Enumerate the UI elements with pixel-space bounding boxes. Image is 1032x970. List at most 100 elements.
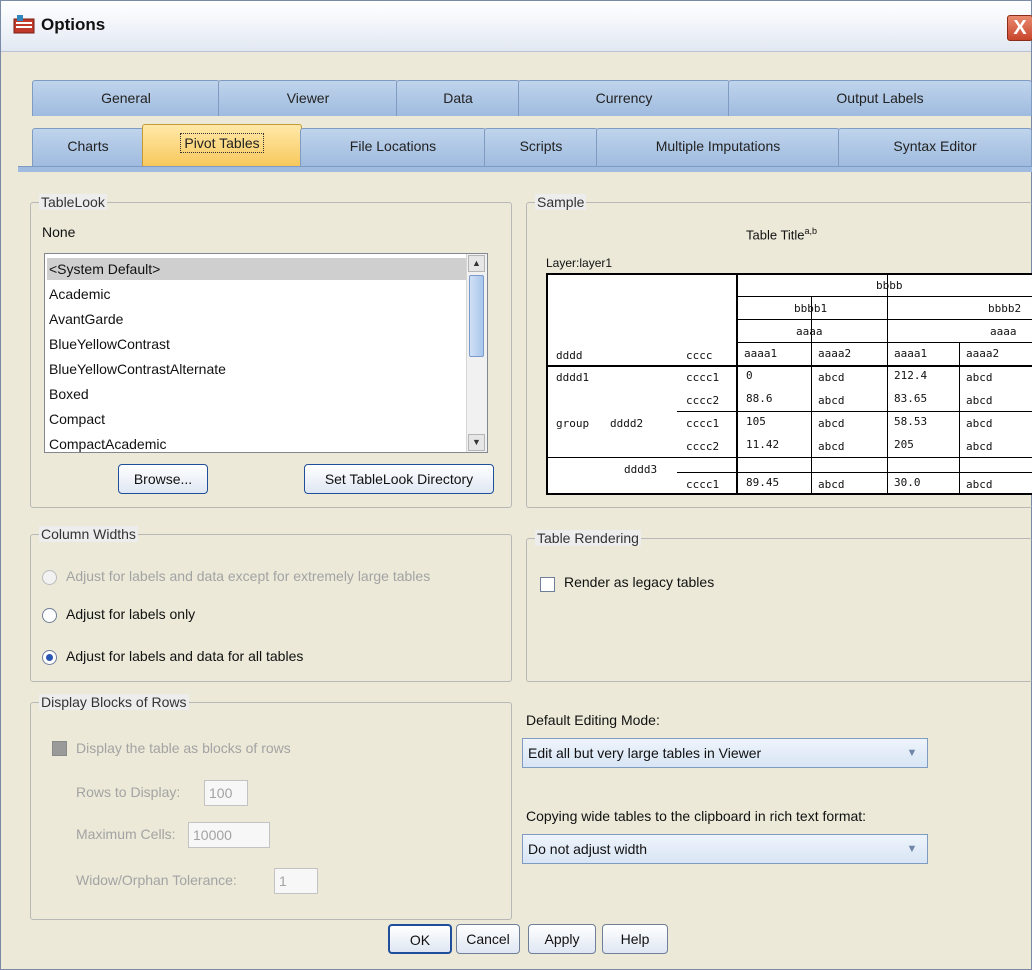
col-header-aaaa1: aaaa1 xyxy=(744,347,778,360)
list-item[interactable]: Compact xyxy=(49,408,105,430)
close-button[interactable]: X xyxy=(1007,15,1032,41)
row-header-dddd: dddd xyxy=(556,349,583,362)
list-item[interactable]: CompactAcademic xyxy=(49,433,167,452)
browse-button[interactable]: Browse... xyxy=(118,464,208,494)
list-item[interactable]: <System Default> xyxy=(47,258,466,280)
tab-syntax-editor[interactable]: Syntax Editor xyxy=(838,128,1032,166)
window-title: Options xyxy=(41,15,106,34)
table-cell: abcd xyxy=(966,371,993,384)
sample-pivot-table: bbbb bbbb1 bbbb2 aaaa aaaa dddd cccc aaa… xyxy=(546,273,1032,495)
table-cell: 212.4 xyxy=(894,369,928,382)
maximum-cells-input[interactable]: 10000 xyxy=(188,822,270,848)
sample-layer: Layer:layer1 xyxy=(546,256,613,270)
radio-adjust-all-tables-label: Adjust for labels and data for all table… xyxy=(66,648,304,664)
tab-general[interactable]: General xyxy=(32,80,220,116)
tablelook-list[interactable]: <System Default> Academic AvantGarde Blu… xyxy=(44,253,488,453)
legacy-tables-checkbox[interactable] xyxy=(540,577,555,592)
row-label-dddd3: dddd3 xyxy=(624,463,658,476)
rows-to-display-label: Rows to Display: xyxy=(76,784,181,800)
table-cell: abcd xyxy=(818,371,845,384)
tab-file-locations[interactable]: File Locations xyxy=(300,128,486,166)
table-cell: 11.42 xyxy=(746,438,780,451)
legacy-tables-label: Render as legacy tables xyxy=(564,574,715,590)
ok-button[interactable]: OK xyxy=(388,924,452,954)
blocks-of-rows-checkbox[interactable] xyxy=(52,741,67,756)
apply-button[interactable]: Apply xyxy=(528,924,596,954)
col-header-aaaa2: aaaa2 xyxy=(818,347,852,360)
scroll-down-icon[interactable]: ▼ xyxy=(468,434,485,451)
table-cell: abcd xyxy=(966,440,993,453)
close-icon: X xyxy=(1013,17,1027,39)
list-scrollbar[interactable]: ▲ ▼ xyxy=(466,254,487,452)
table-cell: cccc1 xyxy=(686,478,720,491)
chevron-down-icon: ▼ xyxy=(906,843,918,855)
col-header-bbbb2: bbbb2 xyxy=(988,302,1022,315)
editing-mode-label: Default Editing Mode: xyxy=(526,712,660,728)
sample-legend: Sample xyxy=(535,194,587,210)
row-label-group: group xyxy=(556,417,590,430)
help-button[interactable]: Help xyxy=(602,924,668,954)
tab-currency[interactable]: Currency xyxy=(518,80,730,116)
row-label-dddd1: dddd1 xyxy=(556,371,590,384)
col-header-aaaa1: aaaa1 xyxy=(894,347,928,360)
copy-wide-label: Copying wide tables to the clipboard in … xyxy=(526,808,867,824)
table-cell: 58.53 xyxy=(894,415,928,428)
col-header-bbbb1: bbbb1 xyxy=(794,302,828,315)
table-cell: abcd xyxy=(966,394,993,407)
tab-pivot-tables[interactable]: Pivot Tables xyxy=(142,124,302,166)
table-rendering-group: Table Rendering xyxy=(526,530,1032,682)
cancel-button[interactable]: Cancel xyxy=(456,924,520,954)
list-item[interactable]: BlueYellowContrastAlternate xyxy=(49,358,226,380)
display-blocks-legend: Display Blocks of Rows xyxy=(39,694,189,710)
tab-multiple-imputations[interactable]: Multiple Imputations xyxy=(596,128,840,166)
tab-charts[interactable]: Charts xyxy=(32,128,144,166)
tab-data[interactable]: Data xyxy=(396,80,520,116)
list-item[interactable]: BlueYellowContrast xyxy=(49,333,170,355)
table-cell: cccc2 xyxy=(686,440,720,453)
blocks-of-rows-label: Display the table as blocks of rows xyxy=(76,740,291,756)
col-header-aaaa2: aaaa2 xyxy=(966,347,1000,360)
scrollbar-thumb[interactable] xyxy=(469,275,484,357)
radio-adjust-labels-only-label: Adjust for labels only xyxy=(66,606,196,622)
sample-table-title: Table Titlea,b xyxy=(746,226,818,243)
table-cell: cccc2 xyxy=(686,394,720,407)
column-widths-legend: Column Widths xyxy=(39,526,138,542)
tab-scripts[interactable]: Scripts xyxy=(484,128,598,166)
tab-viewer[interactable]: Viewer xyxy=(218,80,398,116)
tablelook-legend: TableLook xyxy=(39,194,107,210)
maximum-cells-label: Maximum Cells: xyxy=(76,826,176,842)
radio-adjust-labels-only[interactable] xyxy=(42,608,57,623)
copy-wide-dropdown[interactable]: Do not adjust width ▼ xyxy=(522,834,928,864)
editing-mode-dropdown[interactable]: Edit all but very large tables in Viewer… xyxy=(522,738,928,768)
table-cell: 89.45 xyxy=(746,476,780,489)
table-cell: 105 xyxy=(746,415,766,428)
col-header-bbbb: bbbb xyxy=(876,279,903,292)
widow-orphan-input[interactable]: 1 xyxy=(274,868,318,894)
table-cell: abcd xyxy=(818,478,845,491)
app-icon xyxy=(13,15,35,34)
col-header-aaaa: aaaa xyxy=(796,325,823,338)
table-cell: abcd xyxy=(818,417,845,430)
radio-adjust-all-tables[interactable] xyxy=(42,650,57,665)
radio-adjust-except-large[interactable] xyxy=(42,570,57,585)
list-item[interactable]: AvantGarde xyxy=(49,308,123,330)
table-cell: 83.65 xyxy=(894,392,928,405)
tab-output-labels[interactable]: Output Labels xyxy=(728,80,1032,116)
table-cell: cccc1 xyxy=(686,417,720,430)
table-cell: 0 xyxy=(746,369,753,382)
set-tablelook-directory-button[interactable]: Set TableLook Directory xyxy=(304,464,494,494)
title-bar: Options X xyxy=(1,1,1032,52)
list-item[interactable]: Boxed xyxy=(49,383,89,405)
row-header-cccc: cccc xyxy=(686,349,713,362)
list-item[interactable]: Academic xyxy=(49,283,110,305)
radio-adjust-except-large-label: Adjust for labels and data except for ex… xyxy=(66,568,431,584)
widow-orphan-label: Widow/Orphan Tolerance: xyxy=(76,872,237,888)
table-cell: abcd xyxy=(966,417,993,430)
table-cell: 30.0 xyxy=(894,476,921,489)
scroll-up-icon[interactable]: ▲ xyxy=(468,255,485,272)
tab-divider xyxy=(18,166,1032,172)
table-cell: abcd xyxy=(818,440,845,453)
table-cell: abcd xyxy=(966,478,993,491)
col-header-aaaa: aaaa xyxy=(990,325,1017,338)
rows-to-display-input[interactable]: 100 xyxy=(204,780,248,806)
